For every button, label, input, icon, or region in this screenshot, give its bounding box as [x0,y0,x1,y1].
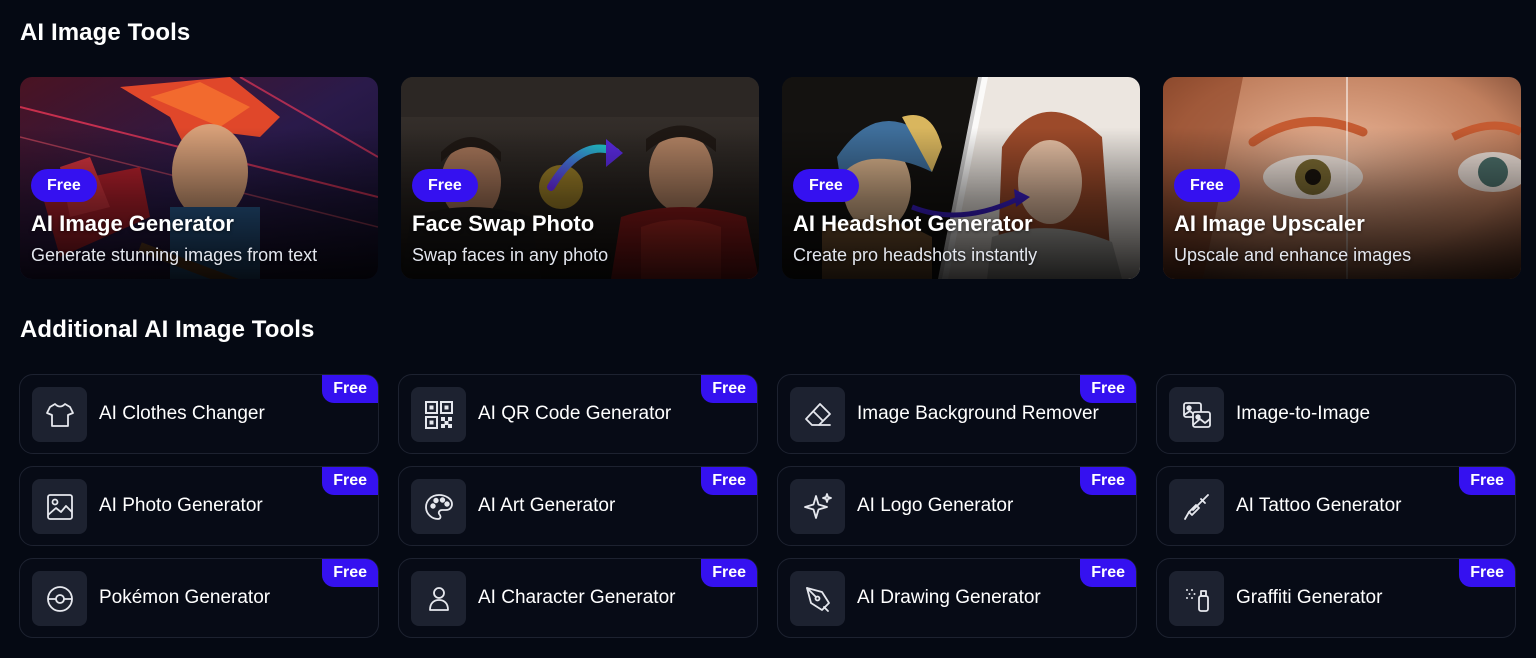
free-badge: Free [793,169,859,202]
featured-card-title: AI Headshot Generator [793,211,1033,236]
sparkle-icon [803,492,832,519]
tool-label: AI Tattoo Generator [1236,495,1402,516]
free-badge: Free [322,559,378,587]
free-badge: Free [1080,375,1136,403]
free-badge: Free [1080,467,1136,495]
featured-card-title: Face Swap Photo [412,211,595,236]
free-badge: Free [322,375,378,403]
icon-box [32,571,87,626]
featured-card-subtitle: Create pro headshots instantly [793,245,1038,265]
featured-card-title: AI Image Generator [31,211,234,236]
tool-card-character-generator[interactable]: AI Character Generator Free [398,558,758,638]
tool-card-graffiti-generator[interactable]: Graffiti Generator Free [1156,558,1516,638]
icon-box [790,571,845,626]
tool-label: Pokémon Generator [99,587,271,608]
free-badge: Free [1080,559,1136,587]
icon-box [411,479,466,534]
featured-card-title: AI Image Upscaler [1174,211,1365,236]
ai-image-tools-page: AI Image Tools Free AI Image Generator G… [0,0,1536,658]
featured-card-subtitle: Upscale and enhance images [1174,245,1412,265]
icon-box [411,571,466,626]
images-icon [1182,401,1211,428]
free-badge: Free [1459,559,1515,587]
tool-label: AI Photo Generator [99,495,263,516]
eraser-icon [804,402,831,426]
tool-label: AI Drawing Generator [857,587,1041,608]
tool-card-photo-generator[interactable]: AI Photo Generator Free [19,466,379,546]
tool-label: AI Logo Generator [857,495,1014,516]
tool-label: AI QR Code Generator [478,403,672,424]
icon-box [1169,479,1224,534]
featured-card-subtitle: Swap faces in any photo [412,245,609,265]
free-badge: Free [412,169,478,202]
section-title-additional-tools: Additional AI Image Tools [20,316,315,343]
tool-card-image-to-image[interactable]: Image-to-Image [1156,374,1516,454]
free-badge: Free [31,169,97,202]
icon-box [790,479,845,534]
icon-box [1169,387,1224,442]
tool-card-logo-generator[interactable]: AI Logo Generator Free [777,466,1137,546]
tool-card-art-generator[interactable]: AI Art Generator Free [398,466,758,546]
spray-can-icon [1185,588,1209,612]
featured-card-headshot[interactable]: Free AI Headshot Generator Create pro he… [782,77,1140,279]
tattoo-pen-icon [1183,493,1209,520]
featured-card-image-generator[interactable]: Free AI Image Generator Generate stunnin… [20,77,378,279]
icon-box [790,387,845,442]
shirt-icon [45,402,74,427]
tool-label: AI Art Generator [478,495,616,516]
free-badge: Free [1459,467,1515,495]
icon-box [1169,571,1224,626]
free-badge: Free [701,467,757,495]
tool-label: AI Character Generator [478,587,676,608]
featured-card-face-swap[interactable]: Free Face Swap Photo Swap faces in any p… [401,77,759,279]
tool-label: Image Background Remover [857,403,1099,424]
featured-card-upscaler[interactable]: Free AI Image Upscaler Upscale and enhan… [1163,77,1521,279]
free-badge: Free [701,375,757,403]
section-title-ai-image-tools: AI Image Tools [20,19,191,46]
tool-card-pokemon-generator[interactable]: Pokémon Generator Free [19,558,379,638]
icon-box [411,387,466,442]
person-icon [428,586,449,611]
palette-icon [424,493,453,520]
free-badge: Free [1174,169,1240,202]
featured-tools: Free AI Image Generator Generate stunnin… [20,77,1523,279]
tool-card-tattoo-generator[interactable]: AI Tattoo Generator Free [1156,466,1516,546]
free-badge: Free [322,467,378,495]
tool-label: Graffiti Generator [1236,587,1383,608]
tool-label: AI Clothes Changer [99,403,265,424]
qr-code-icon [424,400,453,429]
tool-card-clothes-changer[interactable]: AI Clothes Changer Free [19,374,379,454]
icon-box [32,387,87,442]
tool-label: Image-to-Image [1236,403,1371,424]
featured-card-subtitle: Generate stunning images from text [31,245,318,265]
tool-card-background-remover[interactable]: Image Background Remover Free [777,374,1137,454]
icon-box [32,479,87,534]
pokeball-icon [46,585,73,612]
pen-nib-icon [805,586,830,612]
tool-card-qr-code-generator[interactable]: AI QR Code Generator Free [398,374,758,454]
additional-tools-grid: AI Clothes Changer Free AI QR Code Gener… [19,374,1516,638]
tool-card-drawing-generator[interactable]: AI Drawing Generator Free [777,558,1137,638]
free-badge: Free [701,559,757,587]
photo-icon [46,493,73,520]
